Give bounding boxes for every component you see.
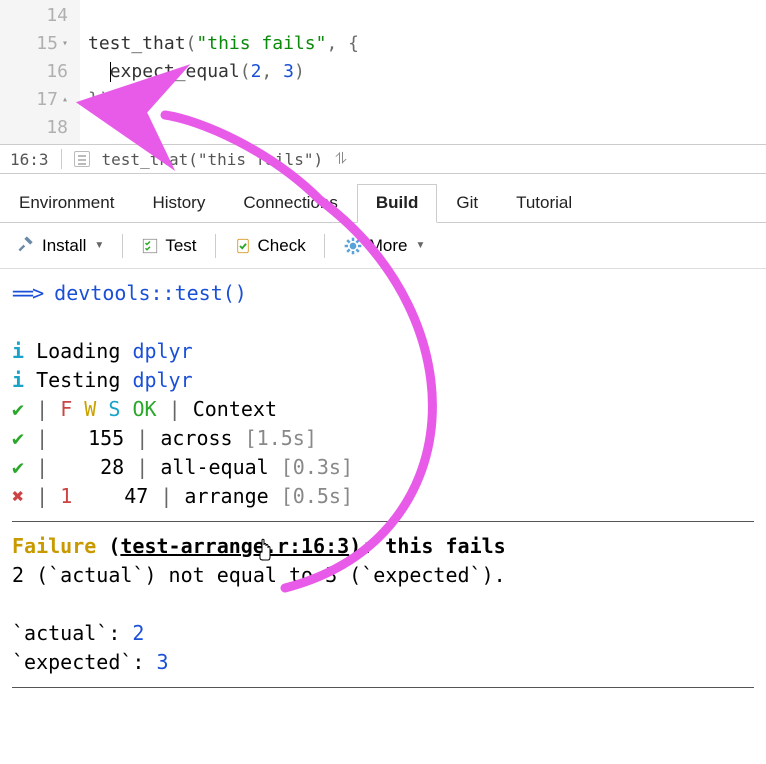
editor-status-bar: 16:3 test_that("this fails") ⥮ <box>0 144 766 174</box>
checklist-icon <box>141 237 159 255</box>
code-area[interactable]: test_that("this fails", { expect_equal(2… <box>80 0 367 144</box>
more-button[interactable]: More ▼ <box>335 232 434 260</box>
prompt-arrow-icon: ==> <box>12 281 42 305</box>
line-number: 16 <box>46 58 68 86</box>
test-button[interactable]: Test <box>133 232 204 260</box>
tab-connections[interactable]: Connections <box>224 184 357 222</box>
testing-line: i Testing dplyr <box>12 366 754 395</box>
pointer-cursor-icon <box>254 538 274 568</box>
code-line-16: expect_equal(2, 3) <box>88 58 359 86</box>
cursor-position: 16:3 <box>10 150 49 169</box>
code-line-17: }) <box>88 86 359 114</box>
caret-down-icon: ▼ <box>94 240 104 251</box>
code-line-18 <box>88 114 359 142</box>
actual-line: `actual`: 2 <box>12 619 754 648</box>
code-line-15: test_that("this fails", { <box>88 30 359 58</box>
tab-git[interactable]: Git <box>437 184 497 222</box>
result-row: ✔ | 28 | all-equal [0.3s] <box>12 453 754 482</box>
tab-history[interactable]: History <box>133 184 224 222</box>
build-toolbar: Install ▼ Test Check More ▼ <box>0 223 766 269</box>
tab-environment[interactable]: Environment <box>0 184 133 222</box>
outline-icon <box>74 151 90 167</box>
install-button[interactable]: Install ▼ <box>8 229 112 262</box>
fold-down-icon[interactable]: ▾ <box>62 30 68 58</box>
pane-tabs: Environment History Connections Build Gi… <box>0 184 766 223</box>
fold-up-icon[interactable]: ▴ <box>62 86 68 114</box>
result-row: ✔ | 155 | across [1.5s] <box>12 424 754 453</box>
tab-build[interactable]: Build <box>357 184 438 223</box>
loading-line: i Loading dplyr <box>12 337 754 366</box>
results-header: ✔ | F W S OK | Context <box>12 395 754 424</box>
failure-source-link[interactable]: test-arrange.r:16:3 <box>120 534 349 558</box>
code-editor[interactable]: 14 15▾ 16 17▴ 18 test_that("this fails",… <box>0 0 766 144</box>
clipboard-check-icon <box>234 237 252 255</box>
nav-updown-icon[interactable]: ⥮ <box>335 149 347 169</box>
gear-icon <box>343 236 363 256</box>
line-number: 14 <box>46 2 68 30</box>
line-number: 17 <box>36 86 58 114</box>
result-row: ✖ | 1 47 | arrange [0.5s] <box>12 482 754 511</box>
expected-line: `expected`: 3 <box>12 648 754 677</box>
breadcrumb[interactable]: test_that("this fails") <box>102 150 324 169</box>
divider <box>12 521 754 522</box>
console-prompt-line: ==> devtools::test() <box>12 279 754 308</box>
failure-detail: 2 (`actual`) not equal to 3 (`expected`)… <box>12 561 754 590</box>
check-button[interactable]: Check <box>226 232 314 260</box>
hammer-icon <box>16 233 36 258</box>
divider <box>12 687 754 688</box>
command-text: devtools::test() <box>54 281 247 305</box>
caret-down-icon: ▼ <box>415 240 425 251</box>
code-line-14 <box>88 2 359 30</box>
failure-heading: Failure (test-arrange.r:16:3): this fail… <box>12 532 754 561</box>
line-number: 15 <box>36 30 58 58</box>
tab-tutorial[interactable]: Tutorial <box>497 184 591 222</box>
line-gutter: 14 15▾ 16 17▴ 18 <box>0 0 80 144</box>
build-console: ==> devtools::test() i Loading dplyr i T… <box>0 269 766 708</box>
line-number: 18 <box>46 114 68 142</box>
